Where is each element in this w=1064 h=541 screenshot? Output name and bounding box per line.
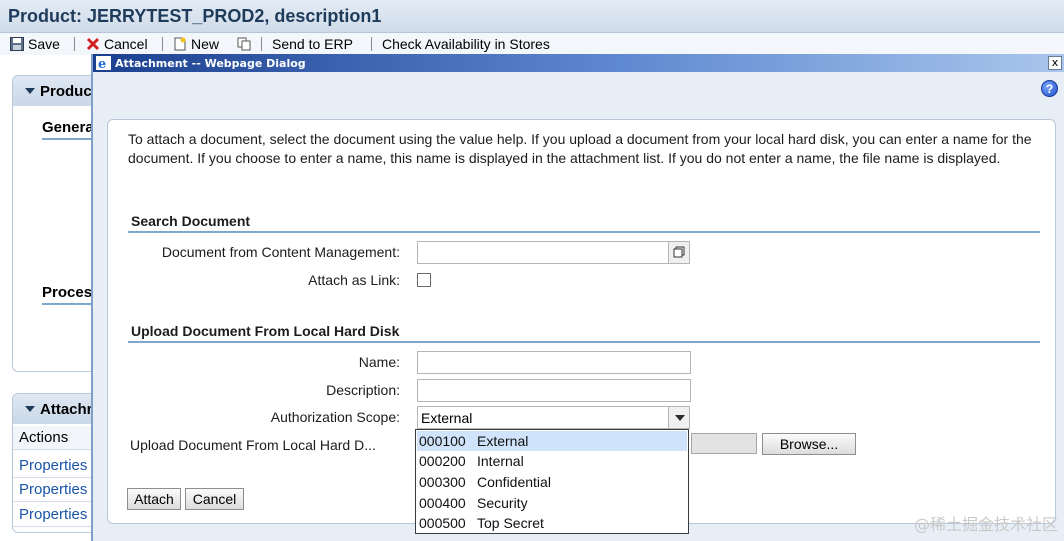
properties-link[interactable]: Properties	[13, 503, 101, 527]
product-panel-title: Product	[40, 82, 97, 100]
description-input[interactable]	[417, 379, 691, 402]
attach-as-link-label: Attach as Link:	[308, 272, 400, 288]
cancel-button[interactable]: Cancel	[185, 488, 244, 510]
collapse-triangle-icon	[25, 88, 35, 94]
close-icon[interactable]: x	[1048, 56, 1062, 70]
dialog-title-bar[interactable]: e Attachment -- Webpage Dialog x	[93, 54, 1064, 72]
name-label: Name:	[358, 354, 400, 370]
copy-button[interactable]	[237, 35, 255, 53]
scope-option-top-secret[interactable]: 000500 Top Secret	[417, 513, 687, 533]
actions-menu[interactable]: Actions	[13, 426, 101, 450]
save-button[interactable]: Save	[10, 35, 60, 53]
upload-section-title: Upload Document From Local Hard Disk	[128, 323, 1040, 343]
main-toolbar: Save Cancel New Send to ERP Check Availa…	[0, 33, 1064, 55]
instructions-text: To attach a document, select the documen…	[128, 131, 1032, 166]
product-panel-header[interactable]: Product	[13, 76, 101, 106]
attachments-panel: Attachm Actions Properties Properties Pr…	[12, 393, 102, 533]
browse-button[interactable]: Browse...	[762, 433, 856, 455]
option-code: 000100	[419, 433, 466, 449]
option-text: External	[477, 433, 529, 449]
value-help-button[interactable]	[668, 241, 690, 264]
attachments-panel-header[interactable]: Attachm	[13, 394, 101, 424]
search-document-section-title: Search Document	[128, 213, 1040, 233]
authorization-scope-options: 000100 External 000200 Internal 000300 C…	[415, 429, 689, 534]
option-text: Top Secret	[477, 515, 544, 531]
name-input[interactable]	[417, 351, 691, 374]
scope-option-confidential[interactable]: 000300 Confidential	[417, 472, 687, 492]
send-to-erp-button[interactable]: Send to ERP	[272, 35, 353, 53]
authorization-scope-select[interactable]: External	[417, 406, 669, 429]
scope-option-security[interactable]: 000400 Security	[417, 493, 687, 513]
file-path-input[interactable]	[691, 433, 757, 454]
save-icon	[10, 37, 24, 51]
authorization-scope-label: Authorization Scope:	[270, 409, 400, 425]
watermark: @稀土掘金技术社区	[913, 515, 1058, 534]
option-text: Security	[477, 495, 528, 511]
scope-option-internal[interactable]: 000200 Internal	[417, 451, 687, 471]
dialog-title: Attachment -- Webpage Dialog	[115, 56, 306, 70]
new-button[interactable]: New	[173, 35, 219, 53]
svg-text:e: e	[98, 57, 106, 70]
copy-icon	[237, 37, 251, 51]
cancel-label: Cancel	[104, 36, 148, 52]
cancel-x-icon	[86, 37, 100, 51]
option-code: 000400	[419, 495, 466, 511]
properties-link[interactable]: Properties	[13, 478, 101, 502]
save-label: Save	[28, 36, 60, 52]
chevron-down-icon[interactable]	[668, 406, 690, 429]
page-title: Product: JERRYTEST_PROD2, description1	[0, 0, 1064, 33]
check-availability-button[interactable]: Check Availability in Stores	[382, 35, 550, 53]
process-section-label: Proces	[42, 284, 93, 305]
value-help-icon	[673, 246, 685, 258]
option-code: 000500	[419, 515, 466, 531]
option-text: Confidential	[477, 474, 551, 490]
option-code: 000200	[419, 453, 466, 469]
attach-button[interactable]: Attach	[127, 488, 181, 510]
document-input[interactable]	[417, 241, 669, 264]
description-label: Description:	[326, 382, 400, 398]
help-icon[interactable]: ?	[1041, 80, 1058, 97]
new-document-icon	[173, 37, 187, 51]
option-code: 000300	[419, 474, 466, 490]
properties-link[interactable]: Properties	[13, 454, 101, 478]
cancel-button[interactable]: Cancel	[86, 35, 148, 53]
internet-explorer-icon: e	[96, 56, 111, 72]
general-section-label: Genera	[42, 119, 94, 140]
document-field-label: Document from Content Management:	[161, 244, 400, 260]
option-text: Internal	[477, 453, 524, 469]
product-panel: Product Genera Proces	[12, 75, 102, 372]
scope-option-external[interactable]: 000100 External	[417, 431, 687, 451]
new-label: New	[191, 36, 220, 52]
upload-file-label: Upload Document From Local Hard D...	[130, 437, 376, 453]
collapse-triangle-icon	[25, 406, 35, 412]
attach-as-link-checkbox[interactable]	[417, 273, 431, 287]
